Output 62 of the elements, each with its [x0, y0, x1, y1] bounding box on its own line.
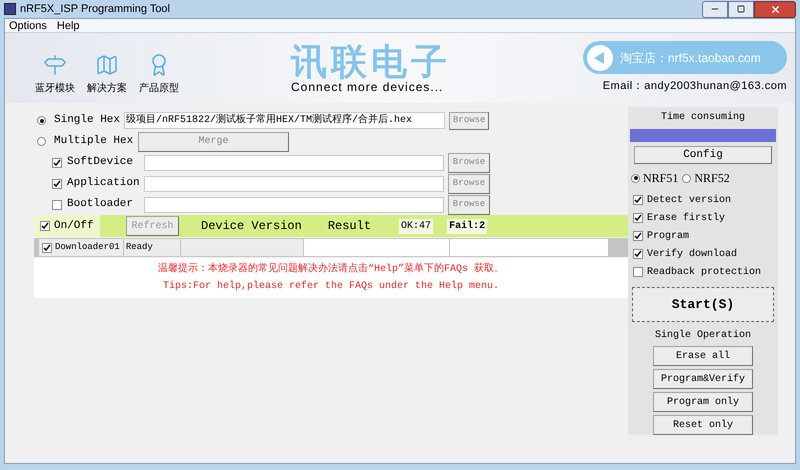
time-label: Time consuming: [660, 110, 745, 125]
config-button[interactable]: Config: [634, 146, 772, 164]
fail-count: Fail:2: [447, 218, 488, 234]
maximize-icon: [737, 5, 745, 13]
option-label: Verify download: [647, 248, 738, 262]
part-label: Bootloader: [67, 197, 134, 212]
nav-link[interactable]: 蓝牙模块: [35, 52, 75, 96]
chip-label[interactable]: NRF52: [694, 169, 730, 188]
section-label: Single Operation: [654, 328, 751, 343]
window-title: nRF5X_ISP Programming Tool: [20, 2, 170, 17]
tip-text: 温馨提示：本烧录器的常见问题解决办法请点击“Help”菜单下的FAQs 获取。: [158, 262, 504, 277]
email-text: Email：andy2003hunan@163.com: [602, 79, 787, 94]
mode-label[interactable]: Multiple Hex: [54, 133, 134, 150]
close-button[interactable]: [754, 0, 796, 18]
operation-button[interactable]: Program only: [653, 392, 753, 412]
signpost-icon: [43, 52, 67, 76]
hex-path-field[interactable]: [144, 196, 444, 212]
part-label: SoftDevice: [67, 155, 134, 170]
menu-item[interactable]: Options: [9, 20, 47, 32]
checkbox[interactable]: [633, 231, 643, 242]
downloader-toggle[interactable]: Downloader01: [39, 239, 123, 256]
checkbox[interactable]: [40, 221, 50, 231]
nav-link[interactable]: 产品原型: [139, 52, 179, 96]
checkbox[interactable]: [42, 242, 52, 252]
option-label: Erase firstly: [647, 212, 726, 226]
column-heading: Device Version: [201, 218, 302, 235]
brand-logo-text: 讯联电子: [291, 42, 451, 80]
operation-button[interactable]: Program&Verify: [653, 369, 753, 389]
radio-button[interactable]: [682, 174, 692, 183]
option-label: Readback protection: [647, 266, 762, 280]
checkbox[interactable]: [52, 200, 62, 210]
start-button[interactable]: Start(S): [632, 287, 774, 322]
map-icon: [95, 52, 119, 76]
checkbox[interactable]: [633, 267, 643, 278]
checkbox[interactable]: [633, 195, 643, 206]
mode-label[interactable]: Single Hex: [54, 112, 120, 129]
close-icon: [770, 4, 780, 14]
checkbox[interactable]: [52, 178, 62, 188]
chip-label[interactable]: NRF51: [643, 169, 678, 188]
menu-item[interactable]: Help: [56, 20, 80, 32]
column-heading: Result: [328, 218, 372, 235]
checkbox[interactable]: [633, 213, 643, 224]
ok-count: OK:47: [399, 218, 434, 234]
tagline: Connect more devices...: [291, 80, 444, 94]
option-label: Program: [647, 230, 690, 244]
part-label: Application: [67, 176, 141, 192]
maximize-button[interactable]: [728, 0, 754, 18]
hex-path-field[interactable]: [144, 176, 444, 192]
app-icon: [4, 3, 16, 15]
tip-text: Tips:For help,please refer the FAQs under the Help menu.: [162, 280, 500, 294]
hex-path-field[interactable]: [144, 154, 444, 170]
operation-button[interactable]: Reset only: [653, 415, 753, 435]
status-cell: Ready: [124, 239, 180, 256]
nav-link[interactable]: 解决方案: [87, 52, 127, 96]
radio-button[interactable]: [37, 116, 46, 125]
checkbox[interactable]: [633, 249, 643, 260]
option-label: Detect version: [647, 194, 732, 208]
radio-button[interactable]: [37, 137, 46, 146]
operation-button[interactable]: Erase all: [653, 346, 753, 366]
hex-path-field[interactable]: 级项目/nRF51822/测试板子常用HEX/TM测试程序/合并后.hex: [124, 112, 446, 129]
checkbox[interactable]: [52, 158, 62, 168]
radio-button[interactable]: [631, 174, 640, 183]
